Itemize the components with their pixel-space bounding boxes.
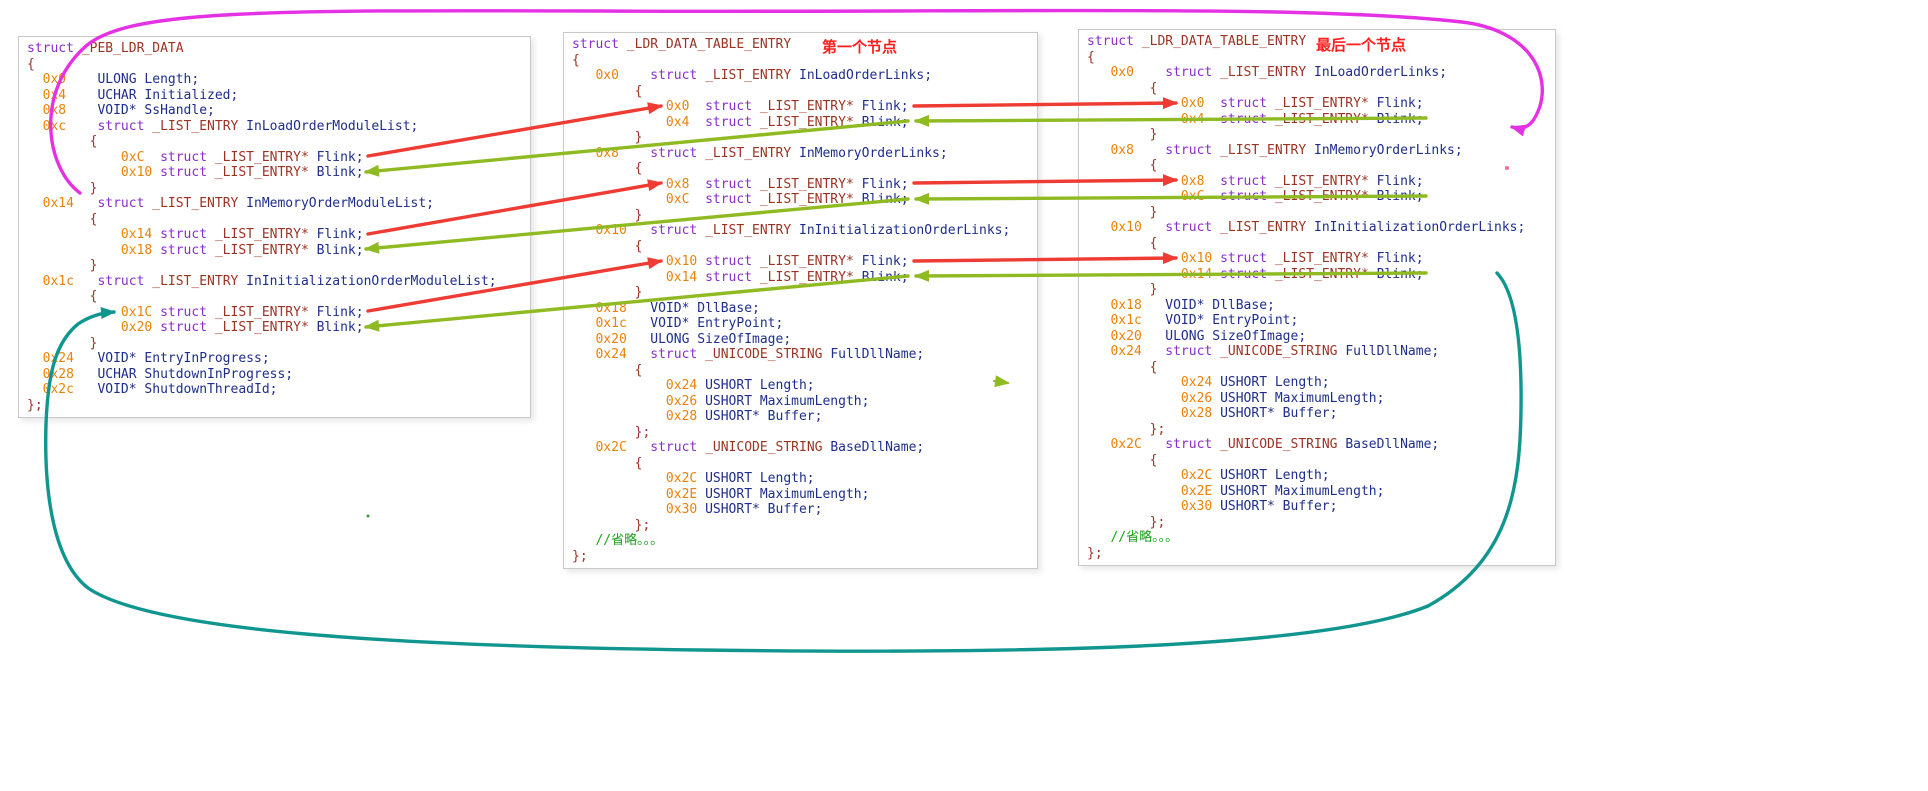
code-line: }; xyxy=(1087,546,1547,562)
code-line: { xyxy=(1087,236,1547,252)
code-line: 0x28 UCHAR ShutdownInProgress; xyxy=(27,367,522,383)
code-line: 0x8 struct _LIST_ENTRY* Flink; xyxy=(1087,174,1547,190)
code-line: 0xC struct _LIST_ENTRY* Blink; xyxy=(1087,189,1547,205)
code-line: 0x0 struct _LIST_ENTRY InLoadOrderLinks; xyxy=(572,68,1029,84)
code-line: 0x2C USHORT Length; xyxy=(1087,468,1547,484)
code-line: 0x8 struct _LIST_ENTRY InMemoryOrderLink… xyxy=(572,146,1029,162)
code-line: { xyxy=(1087,360,1547,376)
code-line: 0x18 VOID* DllBase; xyxy=(572,301,1029,317)
code-line: 0x0 struct _LIST_ENTRY* Flink; xyxy=(572,99,1029,115)
code-line: 0x20 struct _LIST_ENTRY* Blink; xyxy=(27,320,522,336)
code-line: 0x20 ULONG SizeOfImage; xyxy=(572,332,1029,348)
code-line: { xyxy=(572,239,1029,255)
code-line: { xyxy=(572,161,1029,177)
code-line: }; xyxy=(572,425,1029,441)
code-line: 0xC struct _LIST_ENTRY* Flink; xyxy=(27,150,522,166)
code-line: 0x18 VOID* DllBase; xyxy=(1087,298,1547,314)
code-line: struct _PEB_LDR_DATA xyxy=(27,41,522,57)
label-first-node: 第一个节点 xyxy=(822,36,897,57)
code-line: 0x1c struct _LIST_ENTRY InInitialization… xyxy=(27,274,522,290)
code-line: 0x0 ULONG Length; xyxy=(27,72,522,88)
code-line: } xyxy=(27,181,522,197)
code-line: 0x28 USHORT* Buffer; xyxy=(1087,406,1547,422)
code-line: //省略。。。 xyxy=(1087,530,1547,546)
code-line: } xyxy=(572,285,1029,301)
code-line: }; xyxy=(572,549,1029,565)
code-line: 0x24 struct _UNICODE_STRING FullDllName; xyxy=(1087,344,1547,360)
code-line: 0x0 struct _LIST_ENTRY InLoadOrderLinks; xyxy=(1087,65,1547,81)
code-line: }; xyxy=(27,398,522,414)
code-line: { xyxy=(572,456,1029,472)
code-line: 0x8 VOID* SsHandle; xyxy=(27,103,522,119)
code-line: { xyxy=(27,134,522,150)
code-line: 0x26 USHORT MaximumLength; xyxy=(1087,391,1547,407)
code-line: 0x1C struct _LIST_ENTRY* Flink; xyxy=(27,305,522,321)
code-line: 0x8 struct _LIST_ENTRY* Flink; xyxy=(572,177,1029,193)
code-line: 0x4 UCHAR Initialized; xyxy=(27,88,522,104)
code-line: 0x10 struct _LIST_ENTRY* Flink; xyxy=(572,254,1029,270)
code-line: }; xyxy=(572,518,1029,534)
code-line: 0x2C struct _UNICODE_STRING BaseDllName; xyxy=(1087,437,1547,453)
code-line: 0x2c VOID* ShutdownThreadId; xyxy=(27,382,522,398)
code-line: 0x30 USHORT* Buffer; xyxy=(572,502,1029,518)
code-line: 0x1c VOID* EntryPoint; xyxy=(572,316,1029,332)
code-line: 0x2E USHORT MaximumLength; xyxy=(572,487,1029,503)
code-line: } xyxy=(572,208,1029,224)
code-line: 0x28 USHORT* Buffer; xyxy=(572,409,1029,425)
code-line: 0x4 struct _LIST_ENTRY* Blink; xyxy=(1087,112,1547,128)
code-line: } xyxy=(27,258,522,274)
code-line: { xyxy=(27,212,522,228)
code-line: 0x14 struct _LIST_ENTRY* Blink; xyxy=(572,270,1029,286)
code-line: 0x10 struct _LIST_ENTRY InInitialization… xyxy=(572,223,1029,239)
struct-panel-peb-ldr-data: struct _PEB_LDR_DATA{ 0x0 ULONG Length; … xyxy=(18,36,531,418)
code-line: 0x24 struct _UNICODE_STRING FullDllName; xyxy=(572,347,1029,363)
code-line: { xyxy=(27,57,522,73)
code-line: }; xyxy=(1087,515,1547,531)
code-line: 0x24 VOID* EntryInProgress; xyxy=(27,351,522,367)
code-line: { xyxy=(1087,81,1547,97)
code-line: //省略。。。 xyxy=(572,533,1029,549)
code-line: 0x24 USHORT Length; xyxy=(572,378,1029,394)
code-line: 0x10 struct _LIST_ENTRY InInitialization… xyxy=(1087,220,1547,236)
label-last-node: 最后一个节点 xyxy=(1316,34,1406,55)
code-line: 0x26 USHORT MaximumLength; xyxy=(572,394,1029,410)
code-line: 0xC struct _LIST_ENTRY* Blink; xyxy=(572,192,1029,208)
code-line: 0x14 struct _LIST_ENTRY* Flink; xyxy=(27,227,522,243)
code-line: { xyxy=(1087,158,1547,174)
code-line: }; xyxy=(1087,422,1547,438)
code-line: { xyxy=(1087,453,1547,469)
code-line: 0x2C struct _UNICODE_STRING BaseDllName; xyxy=(572,440,1029,456)
code-line: 0x18 struct _LIST_ENTRY* Blink; xyxy=(27,243,522,259)
code-line: 0x24 USHORT Length; xyxy=(1087,375,1547,391)
struct-panel-ldr-entry-last: struct _LDR_DATA_TABLE_ENTRY{ 0x0 struct… xyxy=(1078,29,1556,566)
code-line: 0x10 struct _LIST_ENTRY* Blink; xyxy=(27,165,522,181)
code-line: 0x8 struct _LIST_ENTRY InMemoryOrderLink… xyxy=(1087,143,1547,159)
code-line: 0x2E USHORT MaximumLength; xyxy=(1087,484,1547,500)
code-line: 0x30 USHORT* Buffer; xyxy=(1087,499,1547,515)
code-line: 0x0 struct _LIST_ENTRY* Flink; xyxy=(1087,96,1547,112)
code-line: struct _LDR_DATA_TABLE_ENTRY xyxy=(572,37,1029,53)
code-line: { xyxy=(27,289,522,305)
code-line: } xyxy=(1087,282,1547,298)
code-line: } xyxy=(572,130,1029,146)
code-line: 0x1c VOID* EntryPoint; xyxy=(1087,313,1547,329)
code-line: 0x10 struct _LIST_ENTRY* Flink; xyxy=(1087,251,1547,267)
code-line: 0x2C USHORT Length; xyxy=(572,471,1029,487)
code-line: 0x14 struct _LIST_ENTRY* Blink; xyxy=(1087,267,1547,283)
code-line: 0x14 struct _LIST_ENTRY InMemoryOrderMod… xyxy=(27,196,522,212)
diagram-stage: struct _PEB_LDR_DATA{ 0x0 ULONG Length; … xyxy=(0,0,1928,791)
struct-panel-ldr-entry-first: struct _LDR_DATA_TABLE_ENTRY{ 0x0 struct… xyxy=(563,32,1038,569)
code-line: { xyxy=(572,363,1029,379)
code-line: } xyxy=(1087,127,1547,143)
code-line: { xyxy=(572,84,1029,100)
code-line: } xyxy=(27,336,522,352)
code-line: 0xc struct _LIST_ENTRY InLoadOrderModule… xyxy=(27,119,522,135)
code-line: 0x20 ULONG SizeOfImage; xyxy=(1087,329,1547,345)
code-line: } xyxy=(1087,205,1547,221)
code-line: 0x4 struct _LIST_ENTRY* Blink; xyxy=(572,115,1029,131)
code-line: { xyxy=(572,53,1029,69)
stray-green-dot xyxy=(367,515,370,518)
